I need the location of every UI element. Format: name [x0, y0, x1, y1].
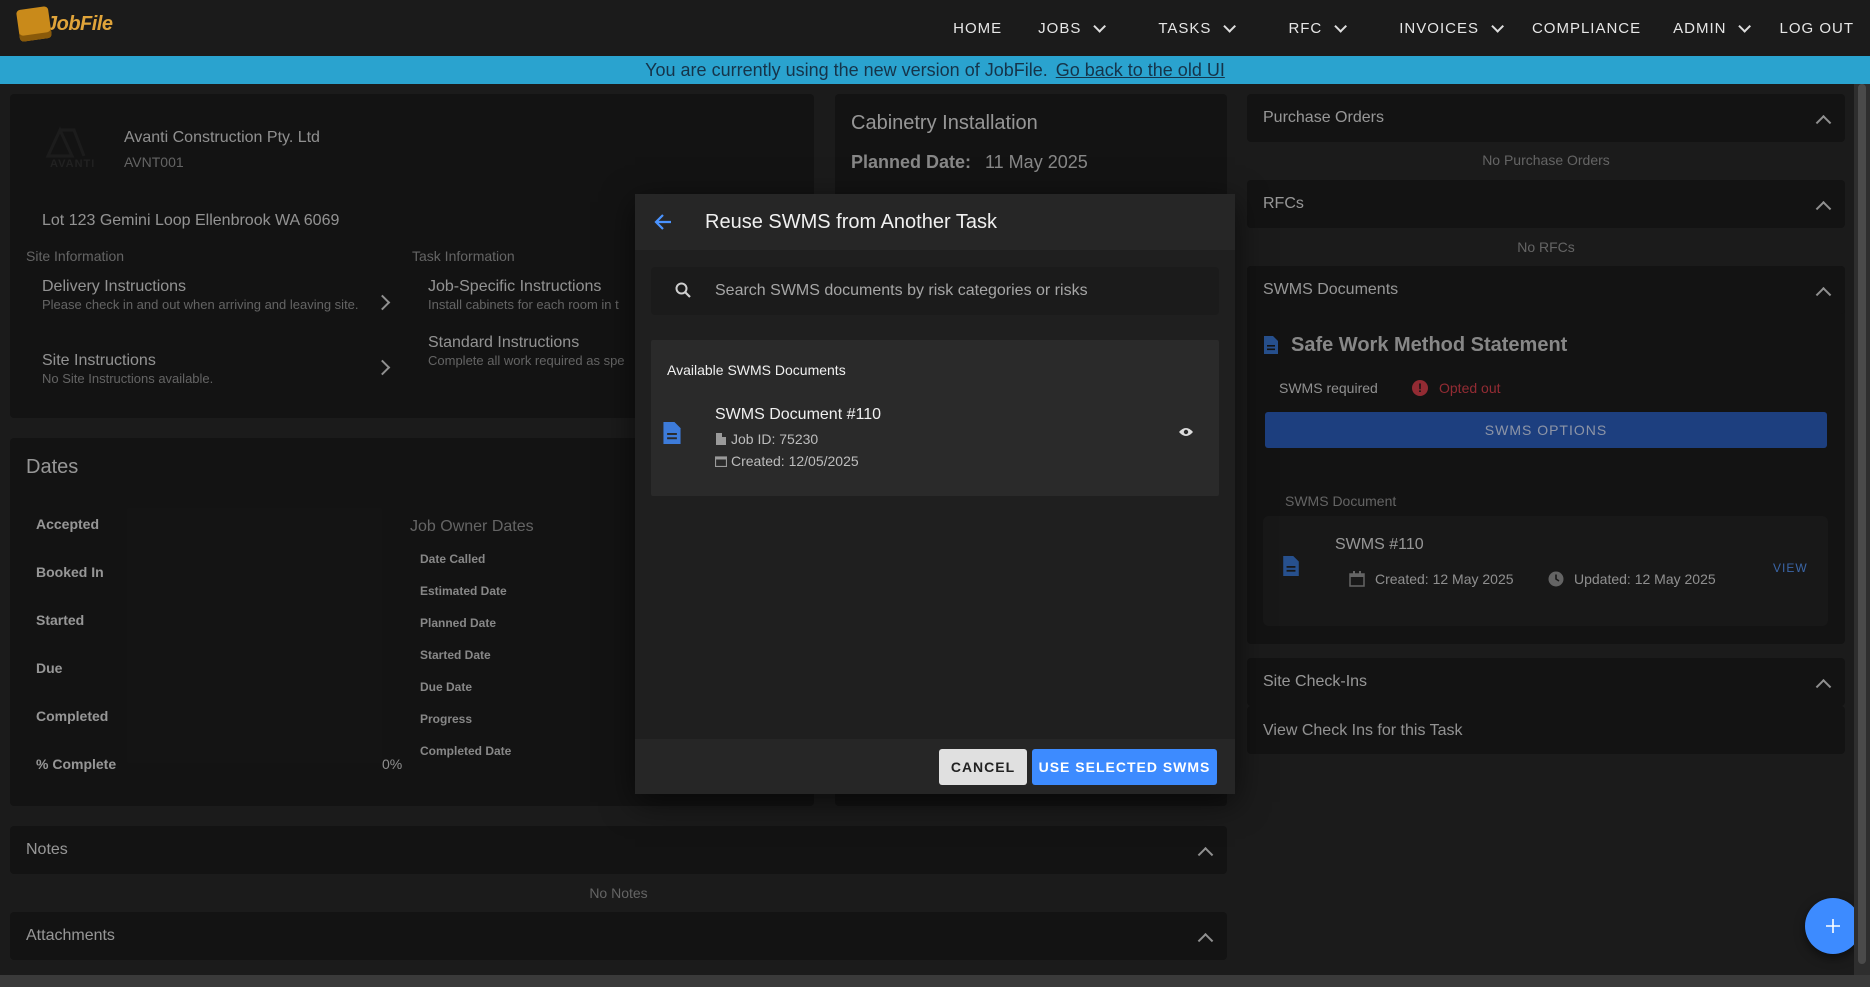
nav-menu: HOME JOBS TASKS RFC INVOICES COMPLIANCE … [937, 0, 1870, 56]
logo-icon [15, 5, 53, 43]
logo-text: JobFile [46, 12, 113, 35]
swms-list-item[interactable]: SWMS Document #110 Job ID: 75230 Created… [651, 394, 1219, 472]
horizontal-scrollbar[interactable] [0, 975, 1870, 987]
swms-search [651, 267, 1219, 315]
modal-header: Reuse SWMS from Another Task [635, 194, 1235, 250]
nav-compliance-label: COMPLIANCE [1531, 19, 1642, 37]
chevron-down-icon [1491, 19, 1504, 33]
plus-icon [1826, 919, 1840, 933]
nav-invoices[interactable]: INVOICES [1383, 0, 1516, 56]
jobfile-logo[interactable]: JobFile [15, 5, 113, 43]
version-banner: You are currently using the new version … [0, 56, 1870, 84]
nav-logout-label: LOG OUT [1779, 19, 1854, 37]
nav-jobs-label: JOBS [1038, 19, 1082, 37]
banner-text: You are currently using the new version … [645, 59, 1048, 80]
building-icon [716, 433, 726, 445]
cancel-button[interactable]: CANCEL [939, 749, 1027, 785]
swms-doc-item-title: SWMS Document #110 [715, 406, 881, 423]
swms-doc-created: Created: 12/05/2025 [715, 453, 859, 469]
nav-rfc-label: RFC [1288, 19, 1323, 37]
eye-icon[interactable] [1179, 427, 1193, 437]
nav-tasks-label: TASKS [1158, 19, 1212, 37]
back-arrow-icon[interactable] [653, 212, 673, 232]
vertical-scrollbar[interactable] [1854, 84, 1870, 977]
nav-tasks[interactable]: TASKS [1142, 0, 1248, 56]
available-swms-label: Available SWMS Documents [667, 362, 846, 378]
nav-admin-label: ADMIN [1673, 19, 1727, 37]
use-selected-swms-button[interactable]: USE SELECTED SWMS [1032, 749, 1217, 785]
swms-doc-job-id-text: Job ID: 75230 [731, 431, 819, 447]
nav-compliance[interactable]: COMPLIANCE [1516, 0, 1657, 56]
nav-jobs[interactable]: JOBS [1022, 0, 1118, 56]
modal-title: Reuse SWMS from Another Task [705, 211, 997, 233]
chevron-down-icon [1334, 19, 1348, 33]
nav-home-label: HOME [953, 19, 1003, 37]
swms-doc-created-text: Created: 12/05/2025 [731, 453, 859, 469]
available-swms-list: Available SWMS Documents SWMS Document #… [651, 340, 1219, 496]
document-icon [663, 422, 681, 444]
chevron-down-icon [1223, 19, 1237, 33]
nav-admin[interactable]: ADMIN [1657, 0, 1763, 56]
top-nav: JobFile HOME JOBS TASKS RFC INVOICES COM… [0, 0, 1870, 56]
nav-home[interactable]: HOME [937, 0, 1022, 56]
scrollbar-thumb[interactable] [1858, 84, 1866, 964]
modal-footer: CANCEL USE SELECTED SWMS [635, 739, 1235, 794]
calendar-icon [715, 456, 727, 467]
swms-search-input[interactable] [715, 267, 1205, 315]
add-fab-button[interactable] [1805, 898, 1861, 954]
old-ui-link[interactable]: Go back to the old UI [1056, 60, 1225, 81]
nav-logout[interactable]: LOG OUT [1763, 0, 1870, 56]
nav-rfc[interactable]: RFC [1272, 0, 1359, 56]
chevron-down-icon [1738, 19, 1752, 33]
swms-doc-job-id: Job ID: 75230 [715, 431, 818, 447]
search-icon [675, 282, 691, 298]
nav-invoices-label: INVOICES [1399, 19, 1479, 37]
reuse-swms-modal: Reuse SWMS from Another Task Available S… [635, 194, 1235, 794]
chevron-down-icon [1093, 19, 1107, 33]
